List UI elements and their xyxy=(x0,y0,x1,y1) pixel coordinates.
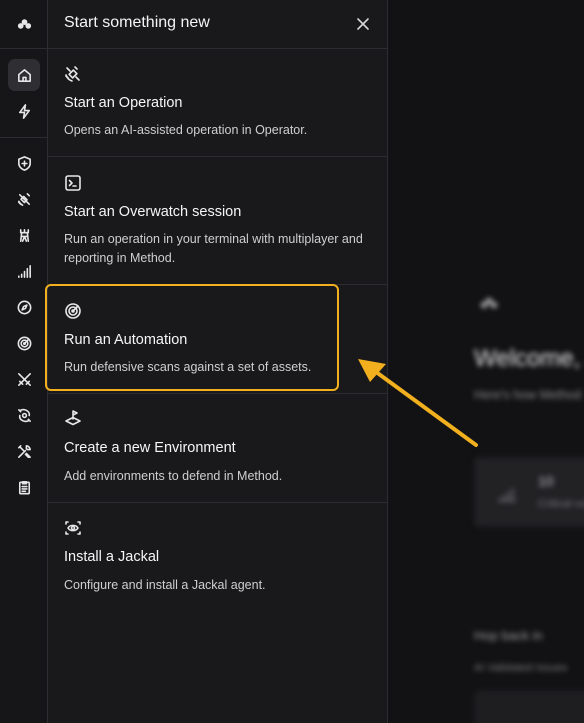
panel-title: Start something new xyxy=(64,14,210,31)
option-description: Configure and install a Jackal agent. xyxy=(64,578,266,592)
signal-bars-icon[interactable] xyxy=(8,255,40,287)
shield-plus-icon[interactable] xyxy=(8,147,40,179)
crossed-swords-icon[interactable] xyxy=(8,363,40,395)
option-description: Run an operation in your terminal with m… xyxy=(64,232,363,265)
panel-header: Start something new xyxy=(48,0,387,49)
close-icon xyxy=(357,18,369,30)
stat-card[interactable] xyxy=(474,457,584,527)
layers-flag-icon xyxy=(64,409,84,429)
tower-icon[interactable] xyxy=(8,219,40,251)
icon-rail xyxy=(0,0,48,723)
option-title: Start an Operation xyxy=(64,95,183,111)
compass-icon[interactable] xyxy=(8,291,40,323)
background-dashboard: Welcome, J Here's how Method 10 Critical… xyxy=(388,0,584,723)
section-subtitle: AI Validated Issues xyxy=(474,662,568,674)
option-description: Opens an AI-assisted operation in Operat… xyxy=(64,123,308,137)
option-start-operation[interactable]: Start an Operation Opens an AI-assisted … xyxy=(48,49,387,157)
terminal-icon xyxy=(64,174,84,194)
option-title: Start an Overwatch session xyxy=(64,204,242,220)
orbit-icon[interactable] xyxy=(8,399,40,431)
clipboard-icon[interactable] xyxy=(8,471,40,503)
highlight-box xyxy=(45,284,339,391)
stat-value: 10 xyxy=(538,473,554,489)
section-title: Hop back in xyxy=(474,628,543,643)
welcome-subtitle: Here's how Method xyxy=(474,388,582,402)
option-description: Add environments to defend in Method. xyxy=(64,469,283,483)
stat-label: Critical vulns xyxy=(538,498,584,510)
close-button[interactable] xyxy=(353,14,373,34)
lightning-icon[interactable] xyxy=(8,95,40,127)
option-install-jackal[interactable]: Install a Jackal Configure and install a… xyxy=(48,503,387,609)
option-title: Create a new Environment xyxy=(64,440,236,456)
logo-icon[interactable] xyxy=(8,8,40,40)
option-create-environment[interactable]: Create a new Environment Add environment… xyxy=(48,394,387,503)
list-item[interactable] xyxy=(474,690,584,723)
eye-scan-icon xyxy=(64,519,84,539)
welcome-heading: Welcome, J xyxy=(474,345,584,372)
satellite-icon[interactable] xyxy=(8,183,40,215)
option-title: Install a Jackal xyxy=(64,549,160,565)
option-start-overwatch[interactable]: Start an Overwatch session Run an operat… xyxy=(48,157,387,285)
chart-icon xyxy=(496,485,518,503)
radar-icon[interactable] xyxy=(8,327,40,359)
logo-icon xyxy=(480,296,498,308)
satellite-icon xyxy=(64,65,84,85)
tools-icon[interactable] xyxy=(8,435,40,467)
home-icon[interactable] xyxy=(8,59,40,91)
